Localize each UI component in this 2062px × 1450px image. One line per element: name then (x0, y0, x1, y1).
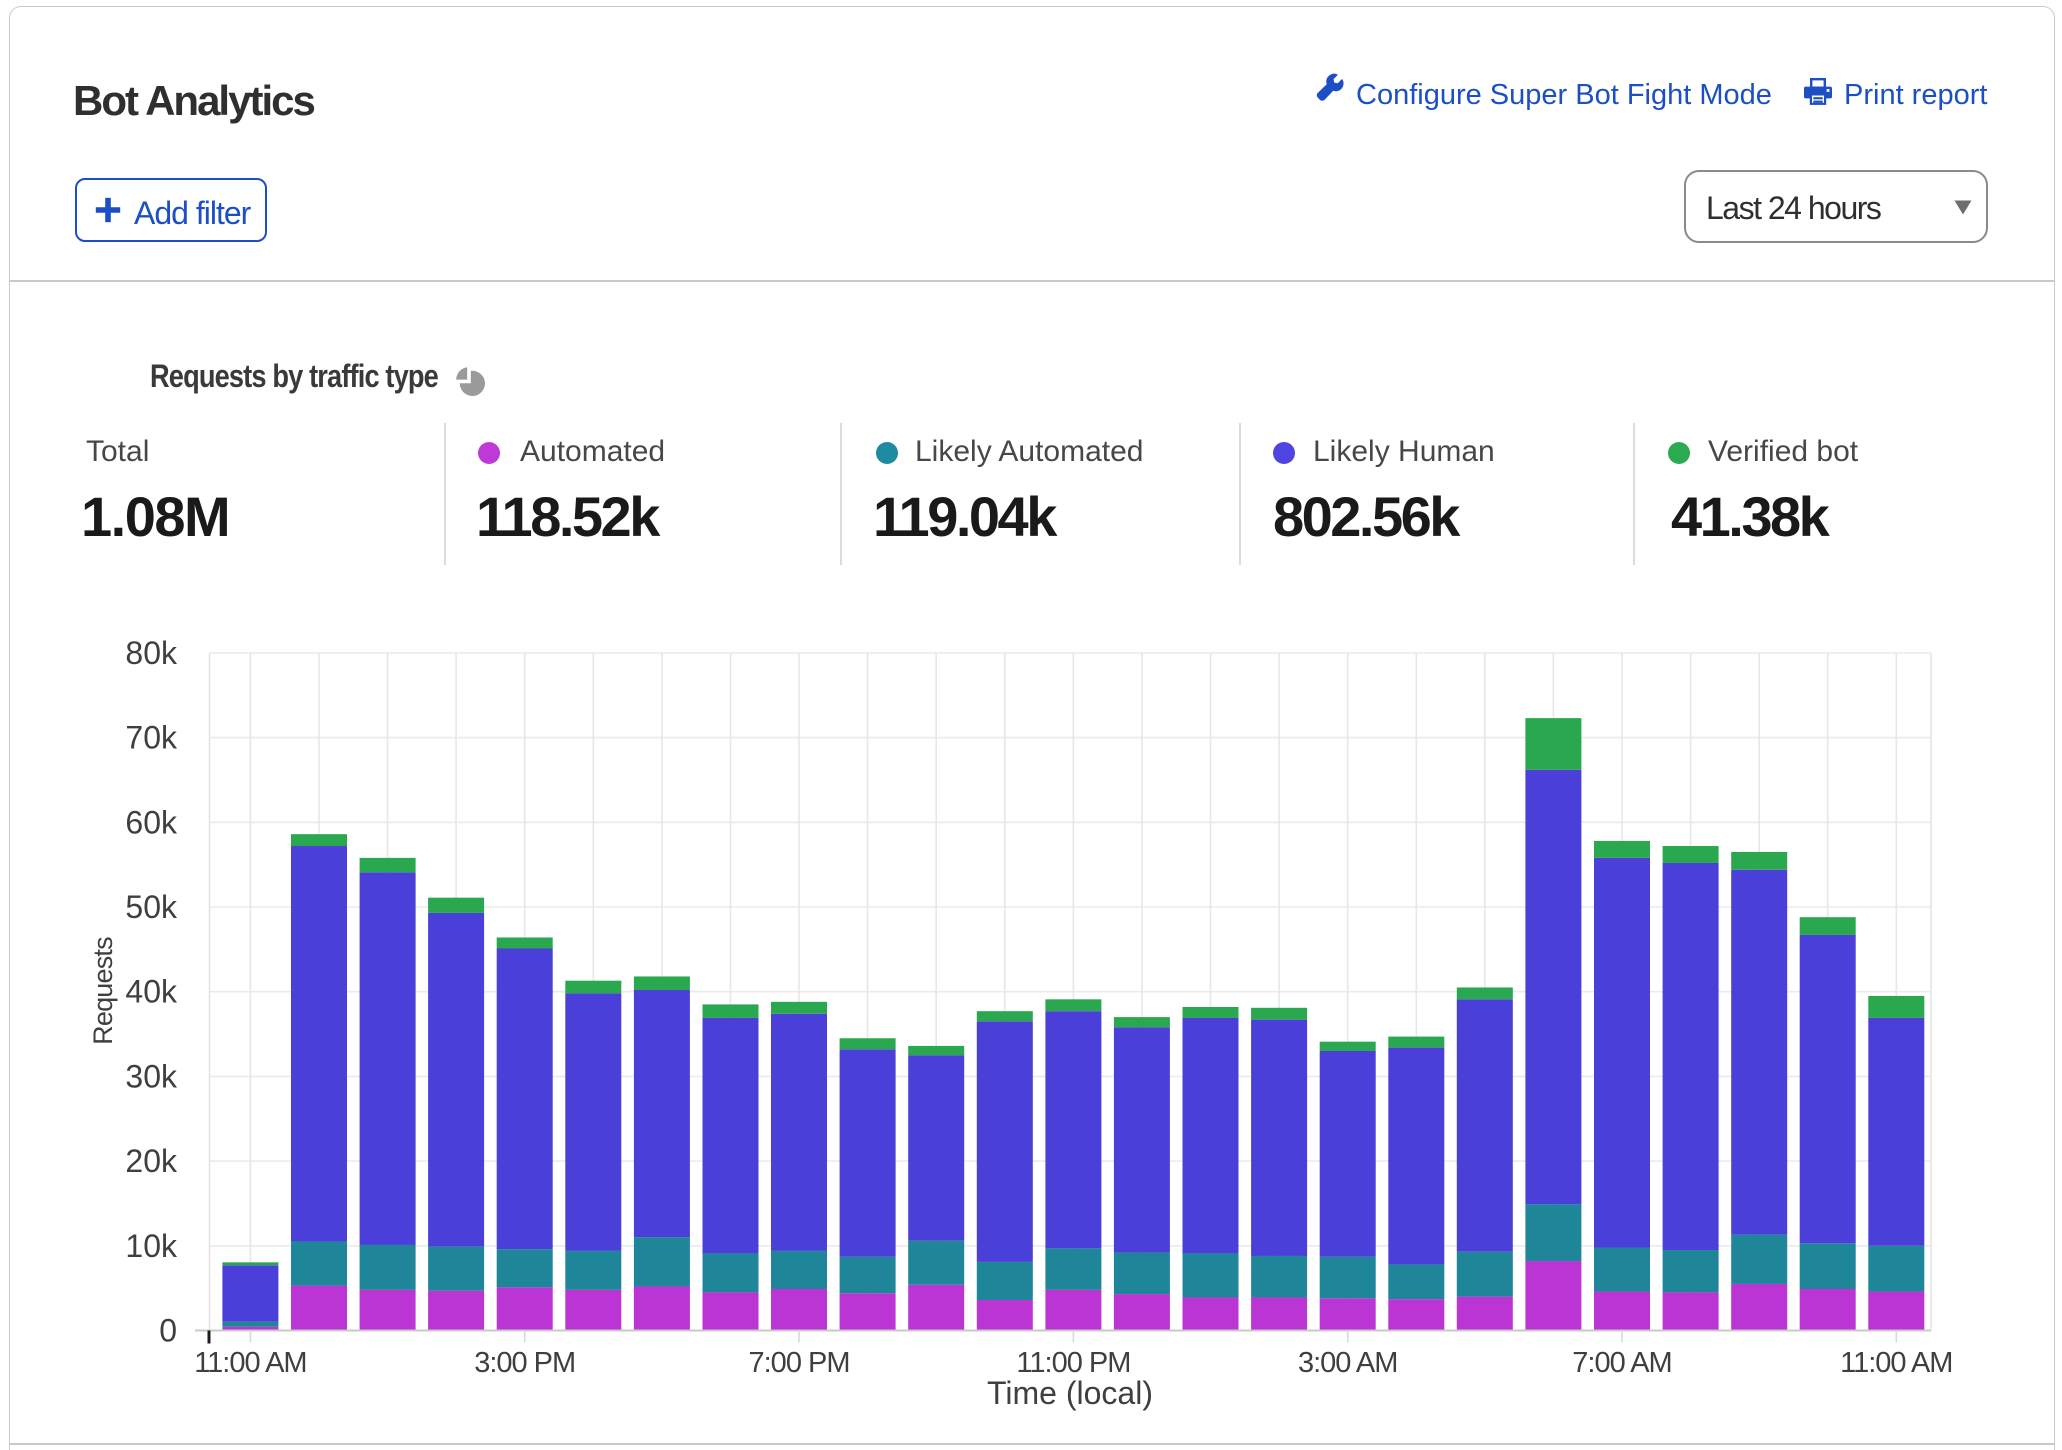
svg-text:80k: 80k (125, 635, 178, 671)
svg-text:Time (local): Time (local) (987, 1375, 1153, 1411)
svg-text:10k: 10k (125, 1228, 178, 1264)
svg-text:40k: 40k (125, 974, 178, 1010)
svg-text:11:00 AM: 11:00 AM (194, 1347, 306, 1379)
svg-text:7:00 PM: 7:00 PM (749, 1347, 850, 1379)
svg-text:60k: 60k (125, 804, 178, 840)
svg-text:3:00 PM: 3:00 PM (474, 1347, 575, 1379)
svg-text:30k: 30k (125, 1058, 178, 1094)
svg-text:50k: 50k (125, 889, 178, 925)
svg-text:0: 0 (159, 1313, 177, 1349)
svg-text:70k: 70k (125, 720, 178, 756)
svg-text:11:00 AM: 11:00 AM (1840, 1347, 1952, 1379)
svg-text:3:00 AM: 3:00 AM (1298, 1347, 1397, 1379)
svg-text:7:00 AM: 7:00 AM (1572, 1347, 1671, 1379)
svg-text:Requests: Requests (88, 937, 118, 1045)
svg-text:20k: 20k (125, 1143, 178, 1179)
